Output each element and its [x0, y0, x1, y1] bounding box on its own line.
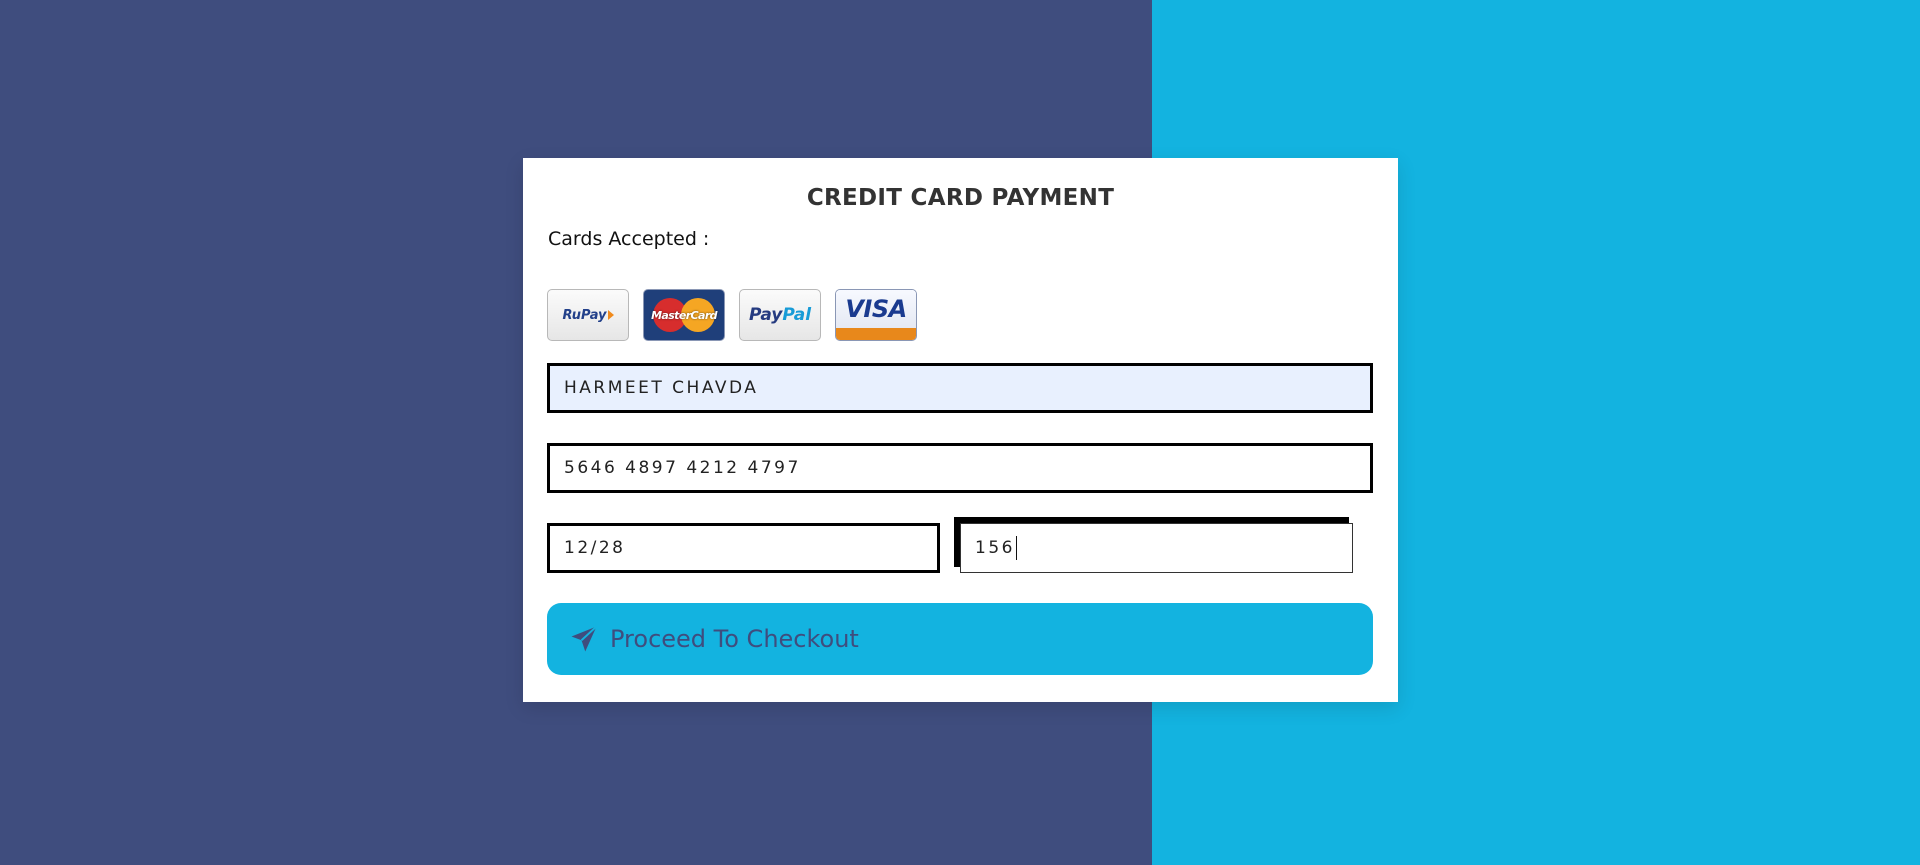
- mastercard-logo: MasterCard: [643, 289, 725, 341]
- paypal-logo: Pay Pal: [739, 289, 821, 341]
- visa-logo: VISA: [835, 289, 917, 341]
- text-caret: [1015, 536, 1017, 560]
- paypal-logo-text-b: Pal: [782, 305, 812, 325]
- checkout-button-label: Proceed To Checkout: [610, 625, 859, 653]
- name-on-card-field[interactable]: [547, 363, 1373, 413]
- paypal-logo-text-a: Pay: [748, 305, 783, 325]
- payment-card: CREDIT CARD PAYMENT Cards Accepted : RuP…: [523, 158, 1398, 702]
- rupay-logo: RuPay: [547, 289, 629, 341]
- proceed-to-checkout-button[interactable]: Proceed To Checkout: [547, 603, 1373, 675]
- visa-logo-text: VISA: [845, 295, 907, 324]
- card-logos: RuPay MasterCard Pay Pal VISA: [547, 289, 917, 341]
- page-title: CREDIT CARD PAYMENT: [806, 185, 1115, 211]
- rupay-logo-text: RuPay: [562, 307, 607, 323]
- expiry-date-field[interactable]: [547, 523, 940, 573]
- cvv-field[interactable]: 156: [960, 523, 1353, 573]
- paper-plane-icon: [571, 625, 598, 652]
- mastercard-logo-text: MasterCard: [651, 308, 717, 322]
- cvv-field-value: 156: [975, 538, 1015, 558]
- cards-accepted-label: Cards Accepted :: [548, 228, 710, 250]
- card-number-field[interactable]: [547, 443, 1373, 493]
